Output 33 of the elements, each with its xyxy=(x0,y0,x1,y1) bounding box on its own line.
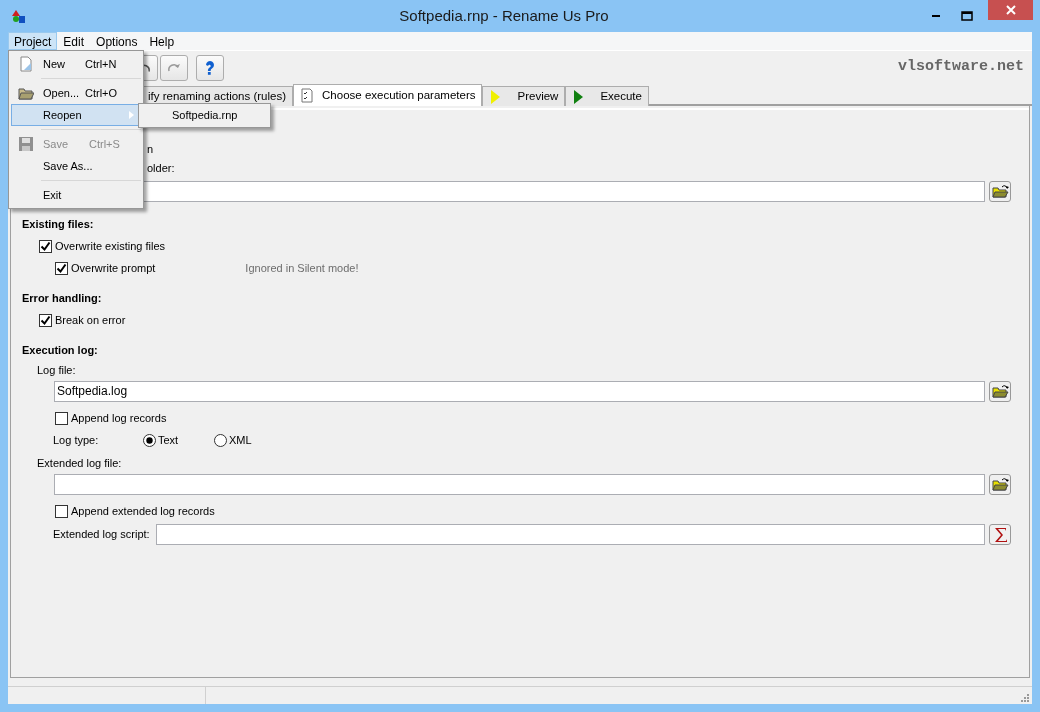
menu-item[interactable]: Save As... xyxy=(11,155,141,177)
checkbox-label: Append extended log records xyxy=(71,503,215,519)
window-title: Softpedia.rnp - Rename Us Pro xyxy=(398,5,610,26)
field-label: Extended log script: xyxy=(53,526,151,542)
checkbox-label: Append log records xyxy=(71,410,167,426)
tab[interactable]: Execute xyxy=(565,86,649,106)
field-label: n xyxy=(147,142,154,158)
section-heading: Existing files: xyxy=(22,216,95,232)
menu-item[interactable]: Open... Ctrl+O xyxy=(11,82,141,104)
section-heading: Error handling: xyxy=(22,290,103,306)
menu-item[interactable]: New Ctrl+N xyxy=(11,53,141,75)
text-field[interactable]: Softpedia.log xyxy=(54,380,985,402)
menu-item[interactable]: Help xyxy=(143,32,181,50)
field-label: older: xyxy=(147,161,175,177)
field-label: Extended log file: xyxy=(37,455,122,471)
tab[interactable]: Preview xyxy=(482,86,566,106)
checkbox-label: Overwrite existing files xyxy=(55,238,166,254)
menu-item[interactable]: Reopen xyxy=(11,104,141,126)
section-heading: Execution log: xyxy=(22,342,99,358)
tab[interactable]: Choose execution parameters xyxy=(293,84,483,106)
radio-label: XML xyxy=(229,433,252,449)
checkbox-label: Break on error xyxy=(55,312,126,328)
field-label: Log file: xyxy=(37,362,76,378)
radio-label: Text xyxy=(158,433,179,449)
checkbox-label: Overwrite prompt xyxy=(71,260,156,276)
menu-item[interactable]: Exit xyxy=(11,184,141,206)
hint-text: Ignored in Silent mode! xyxy=(245,260,359,276)
menu-item[interactable]: Project xyxy=(8,32,58,50)
field-label: Log type: xyxy=(53,433,100,449)
menu-item[interactable]: Options xyxy=(90,32,144,50)
logo-text: vlsoftware.net xyxy=(897,57,1024,78)
menu-item[interactable]: Edit xyxy=(57,32,91,50)
menu-item[interactable]: Softpedia.rnp xyxy=(172,107,238,124)
